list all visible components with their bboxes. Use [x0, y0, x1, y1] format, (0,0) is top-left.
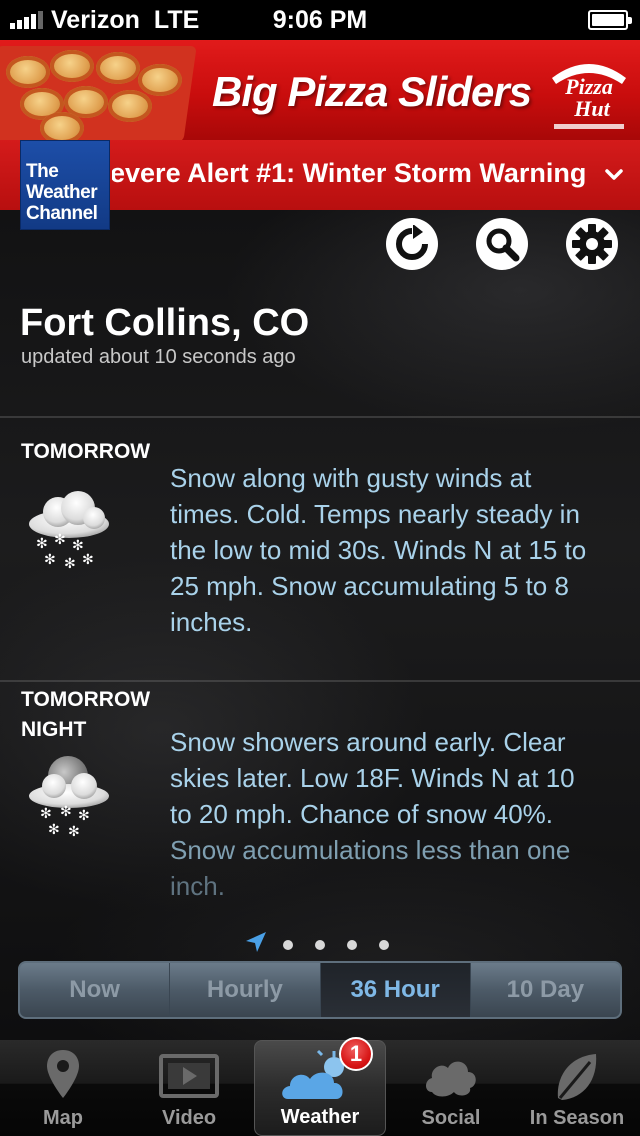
forecast-range-selector: Now Hourly 36 Hour 10 Day	[18, 961, 622, 1019]
segment-now[interactable]: Now	[20, 963, 171, 1017]
logo-line: Channel	[26, 203, 98, 224]
pizza-slider-image	[96, 52, 140, 84]
logo-line: The	[26, 161, 59, 182]
period-label: TOMORROW	[21, 437, 150, 467]
forecast-line: times. Cold. Temps nearly steady in	[170, 499, 580, 529]
page-dot[interactable]	[347, 940, 357, 950]
svg-text:✻: ✻	[60, 804, 72, 820]
tab-label: Video	[161, 1107, 217, 1129]
svg-text:✻: ✻	[36, 536, 48, 552]
pizza-slider-image	[138, 64, 182, 96]
pizza-slider-image	[6, 56, 50, 88]
svg-text:✻: ✻	[48, 822, 60, 838]
search-icon	[486, 228, 520, 262]
refresh-icon	[396, 225, 428, 260]
svg-text:✻: ✻	[68, 824, 80, 840]
leaf-icon	[557, 1054, 597, 1100]
forecast-line: Snow along with gusty winds at	[170, 463, 532, 493]
period-label-line: TOMORROW	[21, 440, 151, 463]
snow-cloud-icon: ✻ ✻ ✻ ✻ ✻ ✻	[29, 491, 109, 572]
tab-bar: Map Video 1 Weather Social In Season	[0, 1037, 640, 1136]
period-label-line: NIGHT	[21, 718, 87, 741]
tab-label: Weather	[280, 1106, 360, 1128]
night-snow-icon: ✻ ✻ ✻ ✻ ✻	[29, 756, 109, 840]
video-icon	[159, 1054, 220, 1098]
search-button[interactable]	[476, 218, 528, 270]
tab-label: In Season	[529, 1107, 625, 1129]
pizza-slider-image	[108, 90, 152, 122]
svg-text:✻: ✻	[82, 552, 94, 568]
status-bar: Verizon LTE 9:06 PM	[0, 0, 640, 40]
city-name: Fort Collins, CO	[20, 302, 310, 344]
forecast-line: the low to mid 30s. Winds N at 15 to	[170, 535, 587, 565]
svg-text:✻: ✻	[44, 552, 56, 568]
segment-hourly[interactable]: Hourly	[170, 963, 321, 1017]
svg-text:✻: ✻	[64, 556, 76, 572]
tab-video[interactable]: Video	[126, 1040, 252, 1136]
period-label-line: TOMORROW	[21, 688, 151, 711]
forecast-line: skies later. Low 18F. Winds N at 10	[170, 763, 575, 793]
weather-channel-logo: The Weather Channel	[20, 140, 110, 230]
forecast-line: 25 mph. Snow accumulating 5 to 8	[170, 571, 569, 601]
divider	[0, 680, 640, 682]
svg-text:Hut: Hut	[573, 96, 610, 121]
refresh-button[interactable]	[386, 218, 438, 270]
tab-map[interactable]: Map	[0, 1040, 126, 1136]
logo-line: Weather	[26, 182, 98, 203]
tab-label: Social	[421, 1107, 481, 1129]
ad-banner[interactable]: Big Pizza Sliders Pizza Hut	[0, 40, 640, 140]
tab-in-season[interactable]: In Season	[514, 1040, 640, 1136]
settings-button[interactable]	[566, 218, 618, 270]
map-pin-icon	[47, 1050, 79, 1098]
pizza-hut-logo-icon: Pizza Hut	[552, 64, 626, 129]
segment-10-day[interactable]: 10 Day	[471, 963, 620, 1017]
battery-icon	[588, 10, 632, 30]
forecast-line: Snow showers around early. Clear	[170, 727, 566, 757]
tab-weather[interactable]: 1 Weather	[254, 1037, 386, 1136]
tab-label: Map	[43, 1107, 83, 1129]
updated-timestamp: updated about 10 seconds ago	[21, 346, 296, 368]
page-dot[interactable]	[379, 940, 389, 950]
page-dot[interactable]	[283, 940, 293, 950]
status-time: 9:06 PM	[272, 6, 368, 34]
period-label: TOMORROW NIGHT	[21, 685, 150, 745]
svg-text:✻: ✻	[40, 806, 52, 822]
forecast-line: inch.	[170, 871, 225, 901]
page-dot[interactable]	[315, 940, 325, 950]
alert-text: Severe Alert #1: Winter Storm Warning	[112, 158, 587, 188]
pizza-slider-image	[50, 50, 94, 82]
forecast-line: to 20 mph. Chance of snow 40%.	[170, 799, 554, 829]
segment-36-hour[interactable]: 36 Hour	[320, 963, 471, 1017]
forecast-text-tomorrow: Snow along with gusty winds at times. Co…	[170, 460, 632, 640]
svg-text:✻: ✻	[54, 532, 66, 548]
divider	[0, 416, 640, 418]
chevron-down-icon[interactable]	[602, 162, 626, 186]
social-cloud-icon	[425, 1061, 476, 1097]
forecast-line: Snow accumulations less than one	[170, 835, 571, 865]
svg-text:✻: ✻	[78, 808, 90, 824]
forecast-line: inches.	[170, 607, 253, 637]
gear-icon	[572, 224, 612, 264]
notification-badge: 1	[338, 1037, 373, 1071]
pizza-slider-image	[40, 112, 84, 140]
forecast-text-tomorrow-night: Snow showers around early. Clear skies l…	[170, 724, 632, 904]
tab-social[interactable]: Social	[388, 1040, 514, 1136]
ad-headline: Big Pizza Sliders	[212, 68, 532, 115]
current-location-icon	[246, 932, 266, 952]
